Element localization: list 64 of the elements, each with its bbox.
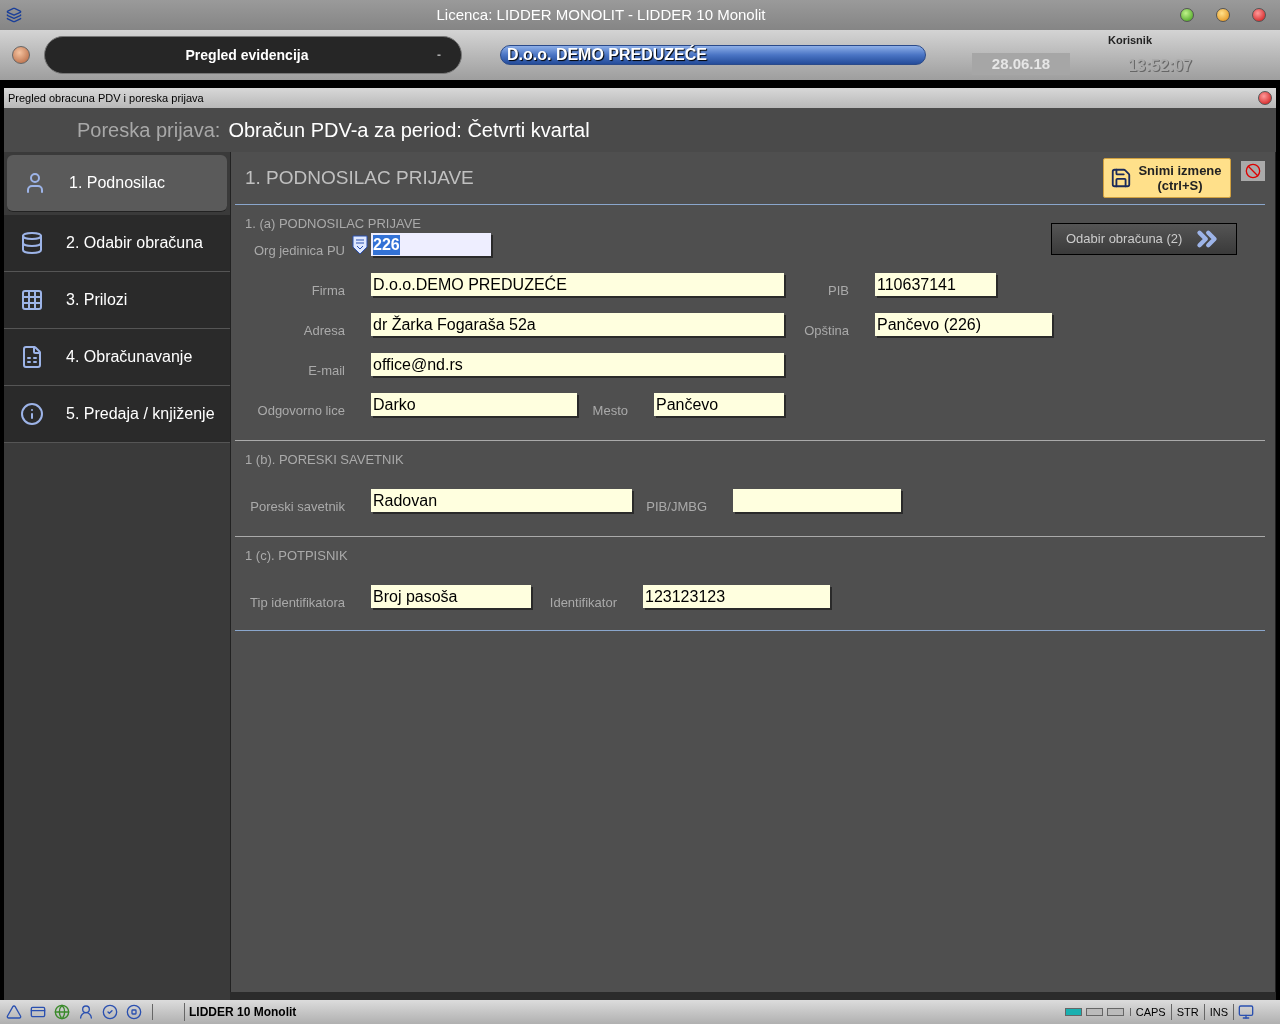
database-icon xyxy=(20,231,44,255)
user-label: Korisnik xyxy=(1108,32,1152,48)
emblem-icon xyxy=(352,234,368,255)
text-field[interactable]: Broj pasoša xyxy=(371,585,531,608)
close-button[interactable] xyxy=(1252,8,1266,22)
spreadsheet-icon xyxy=(20,345,44,369)
app-logo-icon xyxy=(6,7,22,23)
field-label: PIB xyxy=(827,281,849,300)
section-title: 1 (b). PORESKI SAVETNIK xyxy=(244,451,404,470)
window-title: Licenca: LIDDER MONOLIT - LIDDER 10 Monolit xyxy=(435,4,767,25)
text-field[interactable]: Darko xyxy=(371,393,577,416)
user-icon[interactable] xyxy=(78,1004,94,1020)
save-button[interactable]: Snimi izmene (ctrl+S) xyxy=(1103,158,1231,198)
check-icon[interactable] xyxy=(102,1004,118,1020)
triangle-logo-icon[interactable] xyxy=(6,1004,22,1020)
text-field[interactable]: D.o.o.DEMO PREDUZEĆE xyxy=(371,273,784,296)
section-title: 1 (c). POTPISNIK xyxy=(244,547,348,566)
field-label: PIB/JMBG xyxy=(645,497,707,516)
field-label: Odgovorno lice xyxy=(256,401,345,420)
field-label: Opština xyxy=(803,321,849,340)
field-label: Poreski savetnik xyxy=(249,497,345,516)
globe-icon[interactable] xyxy=(54,1004,70,1020)
text-field[interactable]: 123123123 xyxy=(643,585,830,608)
sidebar-item[interactable]: 4. Obračunavanje xyxy=(4,329,230,386)
text-field[interactable]: Radovan xyxy=(371,489,632,512)
text-field[interactable]: dr Žarka Fogaraša 52a xyxy=(371,313,784,336)
header-title: Obračun PDV-a za period: Četvrti kvartal xyxy=(228,118,590,143)
sidebar-item[interactable]: 1. Podnosilac xyxy=(7,155,227,212)
sidebar-item[interactable]: 2. Odabir obračuna xyxy=(4,215,230,272)
key-indicator: INS xyxy=(1204,1003,1234,1021)
clock: 13:52:07 xyxy=(1127,56,1192,77)
header-label: Poreska prijava: xyxy=(77,118,221,143)
stop-icon[interactable] xyxy=(126,1004,142,1020)
module-selector[interactable]: Pregled evidencija - xyxy=(44,36,462,74)
window-icon[interactable] xyxy=(30,1004,46,1020)
field-label: Tip identifikatora xyxy=(249,593,345,612)
sidebar-item[interactable]: 5. Predaja / knjiženje xyxy=(4,386,230,443)
text-field[interactable]: 226 xyxy=(371,233,491,256)
status-app-name: LIDDER 10 Monolit xyxy=(188,1004,298,1021)
company-banner: D.o.o. DEMO PREDUZEĆE xyxy=(500,45,926,65)
screen-icon[interactable] xyxy=(1238,1004,1254,1020)
grid-icon xyxy=(20,288,44,312)
minimize-button[interactable] xyxy=(1216,8,1230,22)
text-field[interactable]: office@nd.rs xyxy=(371,353,784,376)
db-status-icon[interactable] xyxy=(12,46,30,64)
field-label: Org jedinica PU xyxy=(252,241,345,260)
field-label: Adresa xyxy=(302,321,345,340)
text-field[interactable]: 110637141 xyxy=(875,273,996,296)
key-indicator: CAPS xyxy=(1130,1003,1172,1021)
close-button[interactable] xyxy=(1258,91,1272,105)
field-label: Identifikator xyxy=(548,593,617,612)
subwindow-title: Pregled obracuna PDV i poreska prijava xyxy=(8,90,205,106)
field-label: Firma xyxy=(310,281,345,300)
field-label: Mesto xyxy=(591,401,628,420)
maximize-button[interactable] xyxy=(1180,8,1194,22)
section-title: 1. (a) PODNOSILAC PRIJAVE xyxy=(244,215,422,234)
key-indicator: STR xyxy=(1171,1003,1205,1021)
next-step-button[interactable]: Odabir obračuna (2) xyxy=(1051,223,1237,255)
panel-title: 1. PODNOSILAC PRIJAVE xyxy=(244,165,475,190)
sidebar-item[interactable]: 3. Prilozi xyxy=(4,272,230,329)
text-field[interactable] xyxy=(733,489,901,512)
field-label: E-mail xyxy=(307,361,345,380)
text-field[interactable]: Pančevo xyxy=(654,393,784,416)
text-field[interactable]: Pančevo (226) xyxy=(875,313,1052,336)
